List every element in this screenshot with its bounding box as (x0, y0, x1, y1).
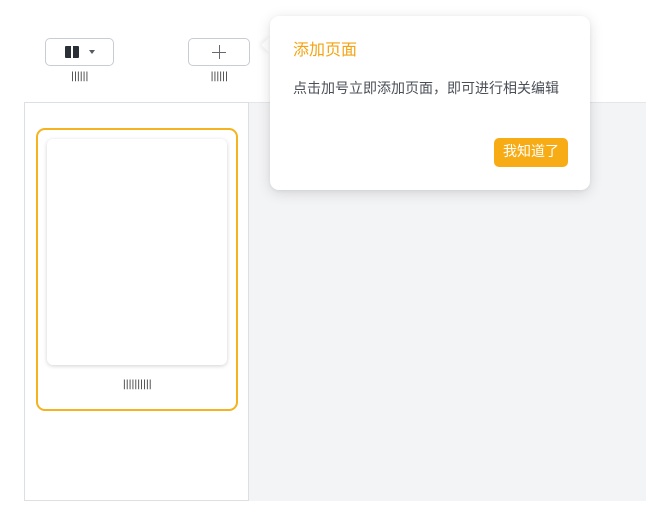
layout-panel-icon (64, 46, 79, 58)
popover-title: 添加页面 (293, 40, 358, 59)
add-page-button[interactable] (188, 38, 250, 66)
got-it-button[interactable]: 我知道了 (494, 138, 568, 167)
page-thumbnail (47, 139, 227, 365)
popover-body-text: 点击加号立即添加页面，即可进行相关编辑 (293, 81, 559, 97)
add-page-guide-popover: 添加页面 点击加号立即添加页面，即可进行相关编辑 我知道了 (270, 16, 590, 190)
plus-icon (212, 45, 226, 59)
add-page-button-label: |||||| (210, 71, 228, 82)
page-thumbnail-card[interactable]: |||||||||| (36, 128, 238, 411)
caret-down-icon (88, 50, 95, 54)
add-page-tool: |||||| (188, 38, 250, 83)
layout-dropdown-button[interactable] (45, 38, 114, 66)
page-name-label: |||||||||| (122, 379, 152, 390)
layout-tool: |||||| (45, 38, 114, 83)
layout-button-label: |||||| (70, 71, 89, 82)
